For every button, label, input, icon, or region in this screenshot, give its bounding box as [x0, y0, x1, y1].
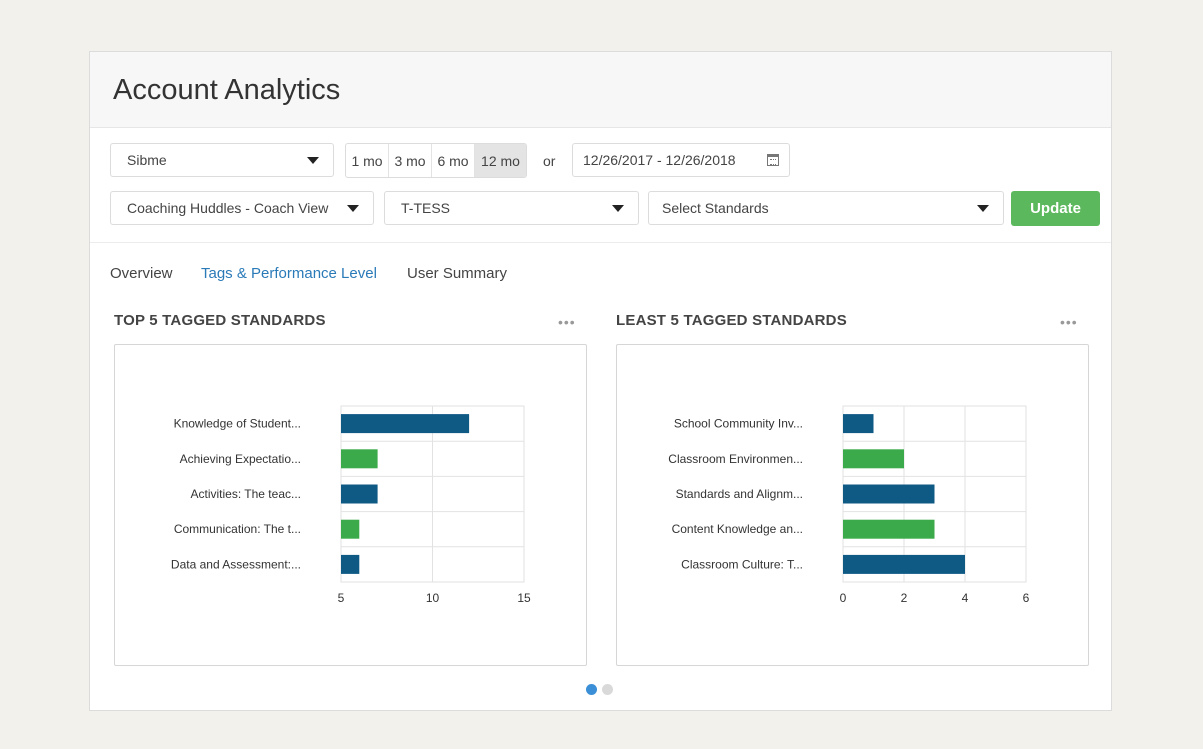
category-label: Communication: The t... [174, 522, 301, 536]
bar [843, 449, 904, 469]
chart-pager [586, 684, 613, 695]
x-tick-label: 0 [840, 591, 847, 605]
category-label: Activities: The teac... [191, 487, 302, 501]
bar [341, 554, 360, 574]
or-label: or [543, 153, 556, 169]
category-label: Classroom Culture: T... [681, 557, 803, 571]
huddle-type-select[interactable]: Coaching Huddles - Coach View [110, 191, 374, 225]
standards-select[interactable]: Select Standards [648, 191, 1004, 225]
standards-value: Select Standards [662, 200, 769, 216]
pager-dot[interactable] [602, 684, 613, 695]
time-range-group: 1 mo 3 mo 6 mo 12 mo [345, 143, 527, 178]
divider [90, 242, 1111, 243]
range-6mo-button[interactable]: 6 mo [432, 144, 475, 177]
bar [341, 519, 360, 539]
x-tick-label: 6 [1023, 591, 1030, 605]
bar [341, 449, 378, 469]
least-standards-chart: 0 2 4 6 School Community Inv... Classroom Env… [616, 344, 1089, 666]
category-label: Achieving Expectatio... [180, 452, 301, 466]
least-chart-menu-icon[interactable]: ••• [1060, 314, 1078, 330]
pager-dot[interactable] [586, 684, 597, 695]
top-chart-menu-icon[interactable]: ••• [558, 314, 576, 330]
x-tick-label: 15 [517, 591, 531, 605]
category-label: School Community Inv... [674, 417, 803, 431]
top-standards-chart-svg: 5 10 15 Knowledge of Student... Achieving Ex… [171, 405, 531, 605]
least-standards-title: LEAST 5 TAGGED STANDARDS [616, 312, 847, 329]
chevron-down-icon [307, 156, 319, 164]
bar [843, 414, 874, 434]
huddle-type-value: Coaching Huddles - Coach View [127, 200, 329, 216]
bar [341, 414, 470, 434]
tab-user-summary[interactable]: User Summary [407, 265, 507, 282]
category-label: Content Knowledge an... [672, 522, 803, 536]
framework-select[interactable]: T-TESS [384, 191, 639, 225]
least-standards-chart-svg: 0 2 4 6 School Community Inv... Classroom Env… [668, 405, 1030, 605]
chevron-down-icon [977, 204, 989, 212]
account-analytics-panel: Account Analytics Sibme 1 mo 3 mo 6 mo 1… [89, 51, 1112, 711]
bar [843, 554, 965, 574]
update-button[interactable]: Update [1011, 191, 1100, 226]
date-range-value: 12/26/2017 - 12/26/2018 [583, 152, 736, 168]
framework-value: T-TESS [401, 200, 451, 216]
bar [843, 519, 935, 539]
range-12mo-button[interactable]: 12 mo [475, 144, 526, 177]
account-select-value: Sibme [127, 152, 167, 168]
page-title: Account Analytics [113, 74, 341, 106]
category-label: Standards and Alignm... [676, 487, 803, 501]
panel-header: Account Analytics [90, 52, 1111, 128]
calendar-icon [767, 154, 779, 166]
x-tick-label: 10 [426, 591, 440, 605]
top-standards-chart: 5 10 15 Knowledge of Student... Achieving Ex… [114, 344, 587, 666]
bar [341, 484, 378, 504]
chevron-down-icon [347, 204, 359, 212]
chevron-down-icon [612, 204, 624, 212]
category-label: Knowledge of Student... [174, 417, 301, 431]
date-range-input[interactable]: 12/26/2017 - 12/26/2018 [572, 143, 790, 177]
x-tick-label: 2 [901, 591, 908, 605]
tab-overview[interactable]: Overview [110, 265, 173, 282]
bar [843, 484, 935, 504]
x-tick-label: 4 [962, 591, 969, 605]
tab-tags-performance[interactable]: Tags & Performance Level [201, 265, 377, 282]
category-label: Classroom Environmen... [668, 452, 803, 466]
range-1mo-button[interactable]: 1 mo [346, 144, 389, 177]
x-tick-label: 5 [338, 591, 345, 605]
account-select[interactable]: Sibme [110, 143, 334, 177]
range-3mo-button[interactable]: 3 mo [389, 144, 432, 177]
category-label: Data and Assessment:... [171, 557, 301, 571]
top-standards-title: TOP 5 TAGGED STANDARDS [114, 312, 326, 329]
